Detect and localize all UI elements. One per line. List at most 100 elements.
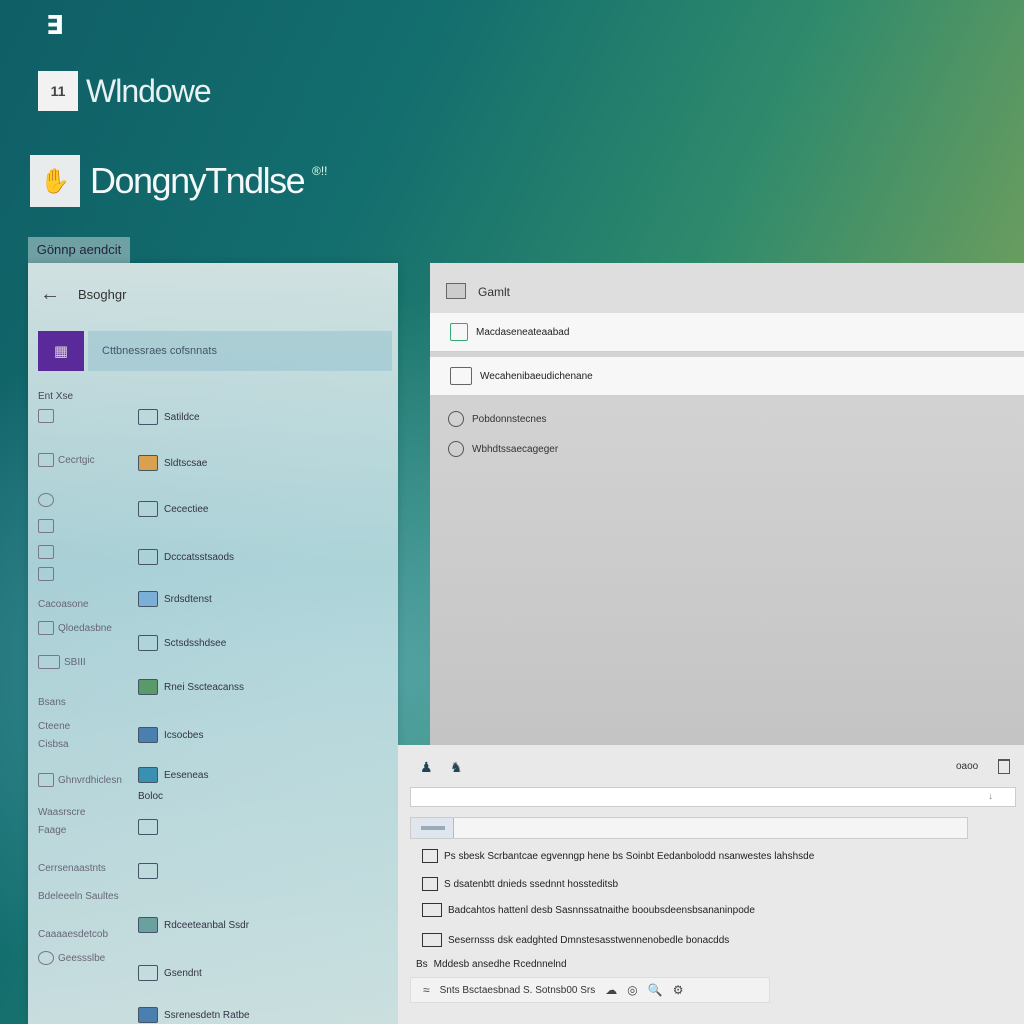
- side-item[interactable]: Cecrtgic: [38, 453, 95, 467]
- windows-logo-icon: 11: [38, 71, 78, 111]
- category-label: Ent Xse: [38, 391, 74, 402]
- dialog-input[interactable]: ↓: [410, 787, 1016, 807]
- gear-icon[interactable]: ⚙: [673, 983, 684, 997]
- tab-chip[interactable]: Gönnp aendcit: [28, 237, 130, 263]
- item-icon: [138, 727, 158, 743]
- app-title: DongnyTndlse: [90, 160, 306, 201]
- top-logo-icon: ∃: [46, 10, 64, 40]
- back-arrow-icon[interactable]: ←: [40, 283, 60, 306]
- image-icon: [422, 933, 442, 947]
- globe-icon: [448, 441, 464, 457]
- side-item[interactable]: Cerrsenaastnts: [38, 863, 106, 874]
- side-item[interactable]: Geessslbe: [38, 951, 105, 965]
- side-item[interactable]: SBIII: [38, 655, 86, 669]
- content-header: Gamlt: [430, 263, 1024, 313]
- dialog-footer[interactable]: ≈ Snts Bsctaesbnad S. Sotnsb00 Srs ☁ ◎ 🔍…: [410, 977, 770, 1003]
- side-item[interactable]: [38, 545, 58, 559]
- list-item[interactable]: Icsocbes: [138, 727, 203, 743]
- content-link[interactable]: Wbhdtssaecageger: [448, 441, 558, 457]
- avatar[interactable]: ▦: [38, 331, 84, 371]
- list-item[interactable]: Sldtscsae: [138, 455, 207, 471]
- list-item[interactable]: Rdceeteanbal Ssdr: [138, 917, 249, 933]
- side-item[interactable]: Bsans: [38, 697, 66, 708]
- content-title: Gamlt: [478, 285, 511, 299]
- side-item[interactable]: [38, 519, 58, 533]
- monitor-icon: [38, 545, 54, 559]
- item-icon: [138, 549, 158, 565]
- item-icon: [138, 591, 158, 607]
- item-icon: [138, 635, 158, 651]
- dialog-panel: ♟ ♞ oaoo ↓ Ps sbesk Scrbantcae egvenngp …: [398, 745, 1024, 1024]
- upload-icon[interactable]: ☁: [605, 983, 617, 997]
- item-icon: [138, 965, 158, 981]
- side-item[interactable]: Cteene: [38, 721, 70, 732]
- side-item[interactable]: Caaaaesdetcob: [38, 929, 108, 940]
- item-icon: [138, 1007, 158, 1023]
- list-item[interactable]: Gsendnt: [138, 965, 202, 981]
- app-icon: [446, 283, 466, 299]
- item-icon: [138, 819, 158, 835]
- dialog-line[interactable]: Ps sbesk Scrbantcae egvenngp hene bs Soi…: [422, 849, 814, 863]
- device-icon: [38, 519, 54, 533]
- person-icon[interactable]: ♟: [420, 759, 433, 776]
- row-icon: [450, 323, 468, 341]
- content-row[interactable]: Macdaseneateaabad: [430, 313, 1024, 352]
- footer-text: Snts Bsctaesbnad S. Sotnsb00 Srs: [439, 984, 596, 996]
- tablet-icon: [38, 453, 54, 467]
- search-field[interactable]: Cttbnessraes cofsnnats: [88, 331, 392, 371]
- side-item[interactable]: Cisbsa: [38, 739, 69, 750]
- share-icon: [38, 773, 54, 787]
- window-icon: [38, 655, 60, 669]
- panel-title: Bsoghgr: [78, 287, 127, 302]
- doc-icon: [38, 409, 54, 423]
- content-link[interactable]: Pobdonnstecnes: [448, 411, 547, 427]
- side-item[interactable]: Waasrscre: [38, 807, 85, 818]
- target-icon[interactable]: ◎: [627, 983, 637, 997]
- content-row[interactable]: Wecahenibaeudichenane: [430, 357, 1024, 396]
- list-item[interactable]: Satildce: [138, 409, 200, 425]
- item-icon: [138, 863, 158, 879]
- content-panel: Gamlt Macdaseneateaabad Wecahenibaeudich…: [430, 263, 1024, 745]
- list-item-sub-label: Boloc: [138, 791, 164, 802]
- list-item[interactable]: Dcccatsstsaods: [138, 549, 234, 565]
- app-brand: ✋ DongnyTndlse: [30, 154, 306, 208]
- dialog-line[interactable]: Badcahtos hattenl desb Sasnnssatnaithe b…: [422, 903, 755, 917]
- side-item[interactable]: Cacoasone: [38, 599, 89, 610]
- progress-bar: [410, 817, 968, 839]
- windows-title: Wlndowe: [86, 72, 212, 109]
- side-item[interactable]: Ghnvrdhiclesn: [38, 773, 122, 787]
- list-item[interactable]: Srdsdtenst: [138, 591, 212, 607]
- app-logo-icon: ✋: [30, 155, 80, 207]
- item-icon: [138, 767, 158, 783]
- list-item[interactable]: Sctsdsshdsee: [138, 635, 226, 651]
- doc-icon: [422, 849, 438, 863]
- search-icon[interactable]: 🔍: [648, 983, 663, 997]
- side-item[interactable]: Bdeleeeln Saultes: [38, 891, 119, 902]
- list-item[interactable]: [138, 819, 164, 835]
- trash-icon[interactable]: [998, 759, 1010, 774]
- item-icon: [138, 917, 158, 933]
- settings-panel: ← Bsoghgr ▦ Cttbnessraes cofsnnats Ent X…: [28, 263, 398, 1024]
- app-title-superscript: ®!!: [312, 164, 328, 178]
- arrow-down-icon: ↓: [988, 791, 993, 802]
- dialog-line[interactable]: Bs Mddesb ansedhe Rcednnelnd: [416, 959, 567, 970]
- side-item[interactable]: Faage: [38, 825, 66, 836]
- list-item[interactable]: [138, 863, 164, 879]
- side-item[interactable]: [38, 409, 58, 423]
- item-icon: [138, 455, 158, 471]
- list-item[interactable]: Rnei Sscteacanss: [138, 679, 244, 695]
- people-icon[interactable]: ♞: [450, 759, 463, 776]
- list-item[interactable]: Eeseneas: [138, 767, 208, 783]
- item-icon: [138, 679, 158, 695]
- side-item[interactable]: [38, 493, 58, 507]
- dialog-line[interactable]: Sesernsss dsk eadghted Dmnstesasstwennen…: [422, 933, 729, 947]
- item-icon: [138, 501, 158, 517]
- side-item[interactable]: [38, 567, 58, 581]
- dialog-line[interactable]: S dsatenbtt dnieds ssednnt hossteditsb: [422, 877, 618, 891]
- row-icon: [450, 367, 472, 385]
- list-item[interactable]: Ssrenesdetn Ratbe: [138, 1007, 250, 1023]
- side-item[interactable]: Qloedasbne: [38, 621, 112, 635]
- dialog-label[interactable]: oaoo: [956, 761, 978, 772]
- item-icon: [138, 409, 158, 425]
- list-item[interactable]: Cecectiee: [138, 501, 208, 517]
